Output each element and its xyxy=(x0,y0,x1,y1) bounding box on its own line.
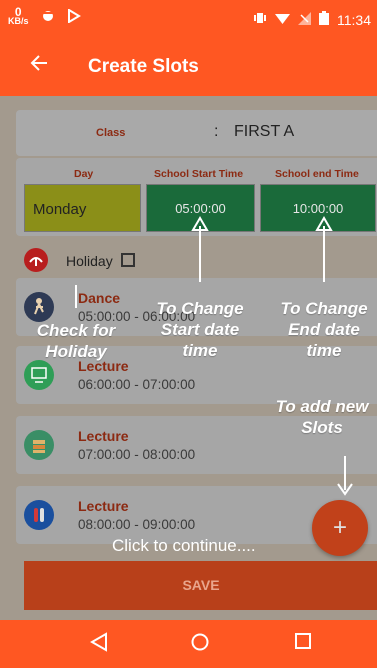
day-field[interactable]: Monday xyxy=(24,184,141,232)
arrow-left-icon[interactable] xyxy=(30,52,48,78)
class-separator: : xyxy=(214,123,219,140)
start-time-hint: To Change Start date time xyxy=(156,299,244,360)
android-notification-icon xyxy=(41,9,55,26)
class-selector[interactable]: Class : FIRST A ▼ xyxy=(16,110,377,156)
slot-time: 06:00:00 - 07:00:00 xyxy=(78,377,196,392)
holiday-label: Holiday xyxy=(66,253,113,269)
slot-name: Lecture xyxy=(78,428,129,444)
vibrate-icon xyxy=(253,11,267,28)
class-value: FIRST A xyxy=(234,123,295,140)
start-time-value: 05:00:00 xyxy=(175,201,226,216)
dance-icon xyxy=(24,292,54,322)
end-time-value: 10:00:00 xyxy=(292,201,344,216)
save-button[interactable]: SAVE xyxy=(24,561,377,610)
slot-time: 07:00:00 - 08:00:00 xyxy=(78,447,196,462)
clock-time: 11:34 xyxy=(337,11,371,28)
slot-name: Lecture xyxy=(78,498,129,514)
page-title: Create Slots xyxy=(88,56,199,77)
start-time-header: School Start Time xyxy=(154,168,244,180)
network-speed-unit: KB/s xyxy=(8,16,29,26)
battery-icon xyxy=(319,11,329,28)
nav-home-icon[interactable] xyxy=(190,632,210,652)
test-tubes-icon xyxy=(24,500,54,530)
arrow-down-icon xyxy=(337,483,353,496)
add-slot-button[interactable]: + xyxy=(312,500,368,556)
arrow-up-icon xyxy=(191,216,209,231)
add-slots-hint: To add new Slots xyxy=(275,397,369,437)
books-icon xyxy=(24,430,54,460)
wifi-icon xyxy=(275,12,290,28)
end-time-hint: To Change End date time xyxy=(280,299,368,360)
nav-recents-icon[interactable] xyxy=(294,632,312,650)
app-bar: Create Slots xyxy=(0,40,377,96)
holiday-hint: Check for Holiday xyxy=(36,321,116,361)
end-time-header: School end Time xyxy=(275,168,359,180)
day-value: Monday xyxy=(33,201,87,218)
class-label: Class xyxy=(96,127,126,139)
holiday-icon xyxy=(24,248,48,272)
nav-back-icon[interactable] xyxy=(90,632,108,652)
system-nav-bar xyxy=(0,620,377,668)
network-speed: 0 KB/s xyxy=(8,6,29,26)
click-to-continue[interactable]: Click to continue.... xyxy=(112,536,256,556)
day-header: Day xyxy=(74,168,94,180)
blackboard-icon xyxy=(24,360,54,390)
slot-time: 08:00:00 - 09:00:00 xyxy=(78,517,196,532)
holiday-hint-arrow xyxy=(75,285,77,308)
slot-name: Dance xyxy=(78,290,121,306)
signal-icon xyxy=(298,11,311,28)
arrow-up-icon xyxy=(315,216,333,231)
status-bar: 0 KB/s 11:34 xyxy=(0,0,377,40)
flag-icon xyxy=(67,7,81,26)
holiday-checkbox[interactable] xyxy=(121,253,135,267)
